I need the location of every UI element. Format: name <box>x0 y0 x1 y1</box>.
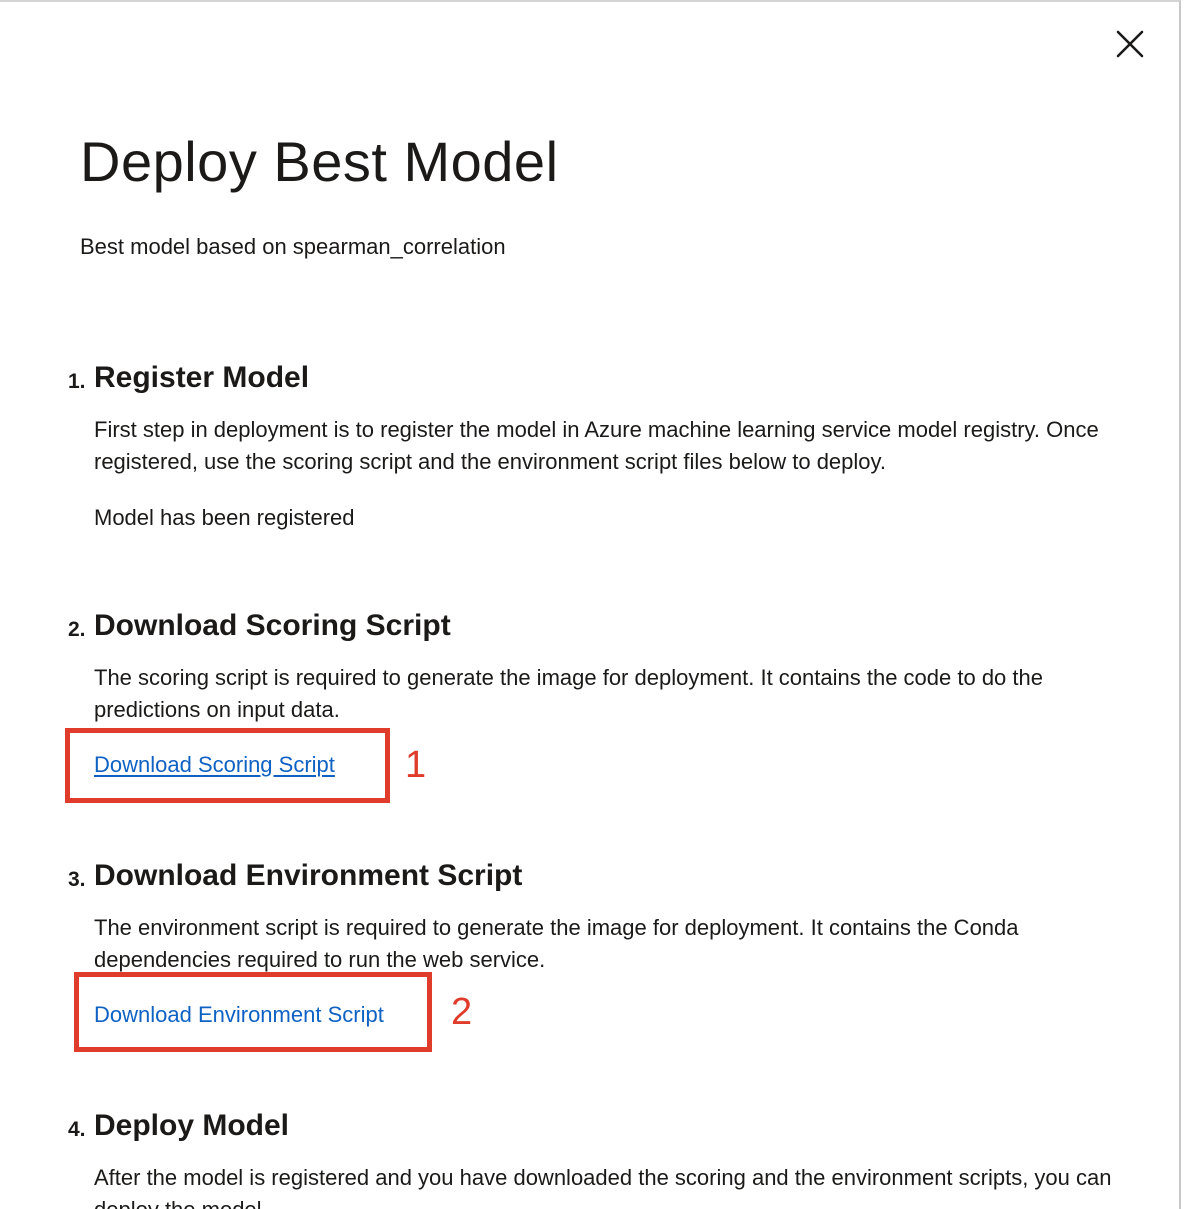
deploy-dialog: Deploy Best Model Best model based on sp… <box>0 0 1181 1209</box>
annotation-box-2 <box>74 972 432 1052</box>
step-description: After the model is registered and you ha… <box>94 1165 1112 1209</box>
annotation-number-2: 2 <box>451 991 473 1033</box>
dialog-title: Deploy Best Model <box>80 130 559 193</box>
step-number: 4. <box>68 1118 86 1141</box>
annotation-box-1 <box>65 728 390 803</box>
step-number: 1. <box>68 370 86 393</box>
step-description: The scoring script is required to genera… <box>94 665 1043 722</box>
step-title: Deploy Model <box>94 1109 290 1142</box>
registration-status: Model has been registered <box>94 505 355 530</box>
step-title: Download Scoring Script <box>94 609 451 642</box>
annotation-number-1: 1 <box>405 744 427 786</box>
close-button[interactable] <box>1108 22 1152 66</box>
dialog-subtitle: Best model based on spearman_correlation <box>80 234 506 259</box>
step-number: 2. <box>68 618 86 641</box>
step-title: Download Environment Script <box>94 859 523 892</box>
close-icon <box>1116 30 1144 58</box>
step-description: First step in deployment is to register … <box>94 417 1099 474</box>
step-description: The environment script is required to ge… <box>94 915 1019 972</box>
step-number: 3. <box>68 868 86 891</box>
step-title: Register Model <box>94 361 310 394</box>
